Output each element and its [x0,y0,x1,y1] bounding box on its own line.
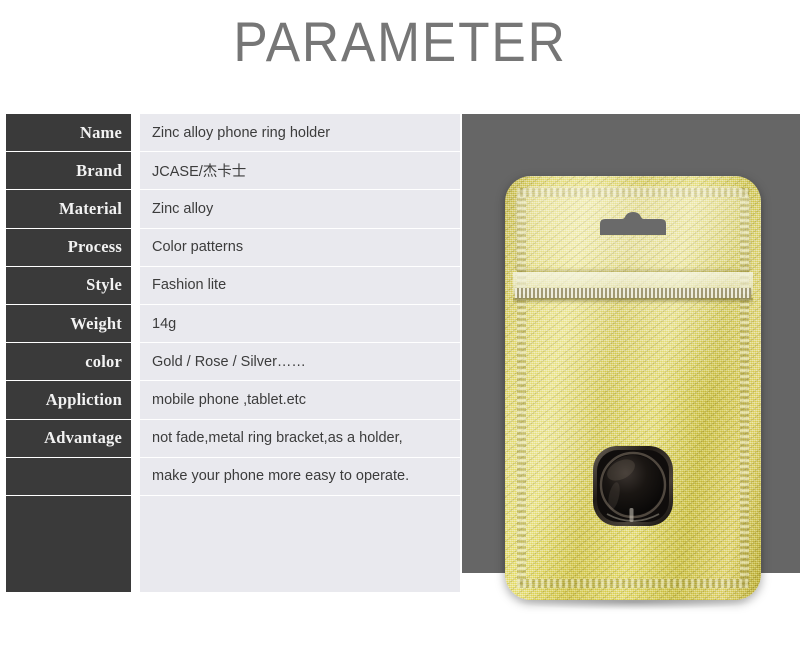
specification-table: Name Zinc alloy phone ring holder Brand … [0,114,460,592]
spec-value: Gold / Rose / Silver…… [140,343,460,382]
spec-label: Brand [6,152,131,191]
pouch-zipper-teeth [515,288,751,298]
product-pouch [505,176,761,600]
product-image-panel [462,114,800,610]
spec-label: Weight [6,304,131,344]
pouch-zip-shadow [513,298,753,304]
spec-value: make your phone more easy to operate. [140,457,460,496]
spec-value: Zinc alloy [140,190,460,229]
spec-value: Fashion lite [140,266,460,305]
table-row: Appliction mobile phone ,tablet.etc [0,381,460,420]
spec-value: 14g [140,304,460,344]
spec-value: JCASE/杰卡士 [140,152,460,191]
table-row: Style Fashion lite [0,266,460,305]
phone-ring-holder-product [593,446,673,526]
spec-label: Appliction [6,381,131,420]
table-row: Name Zinc alloy phone ring holder [0,114,460,153]
spec-value: not fade,metal ring bracket,as a holder, [140,419,460,458]
table-row: make your phone more easy to operate. [0,457,460,496]
spec-value: Color patterns [140,228,460,267]
spec-value [140,495,460,592]
spec-label: Material [6,190,131,229]
spec-label [6,457,131,496]
table-row: Advantage not fade,metal ring bracket,as… [0,419,460,458]
page-title: PARAMETER [233,10,567,73]
table-row: Weight 14g [0,304,460,344]
table-row: Brand JCASE/杰卡士 [0,152,460,191]
spec-label: Style [6,266,131,305]
spec-label: Process [6,228,131,267]
spec-label: Name [6,114,131,153]
spec-value: Zinc alloy phone ring holder [140,114,460,153]
spec-label: Advantage [6,419,131,458]
spec-label: color [6,343,131,382]
table-row: color Gold / Rose / Silver…… [0,343,460,382]
table-row: Material Zinc alloy [0,190,460,229]
spec-value: mobile phone ,tablet.etc [140,381,460,420]
table-row [0,495,460,592]
spec-label [6,495,131,592]
table-row: Process Color patterns [0,228,460,267]
euro-hole-icon [600,212,666,235]
